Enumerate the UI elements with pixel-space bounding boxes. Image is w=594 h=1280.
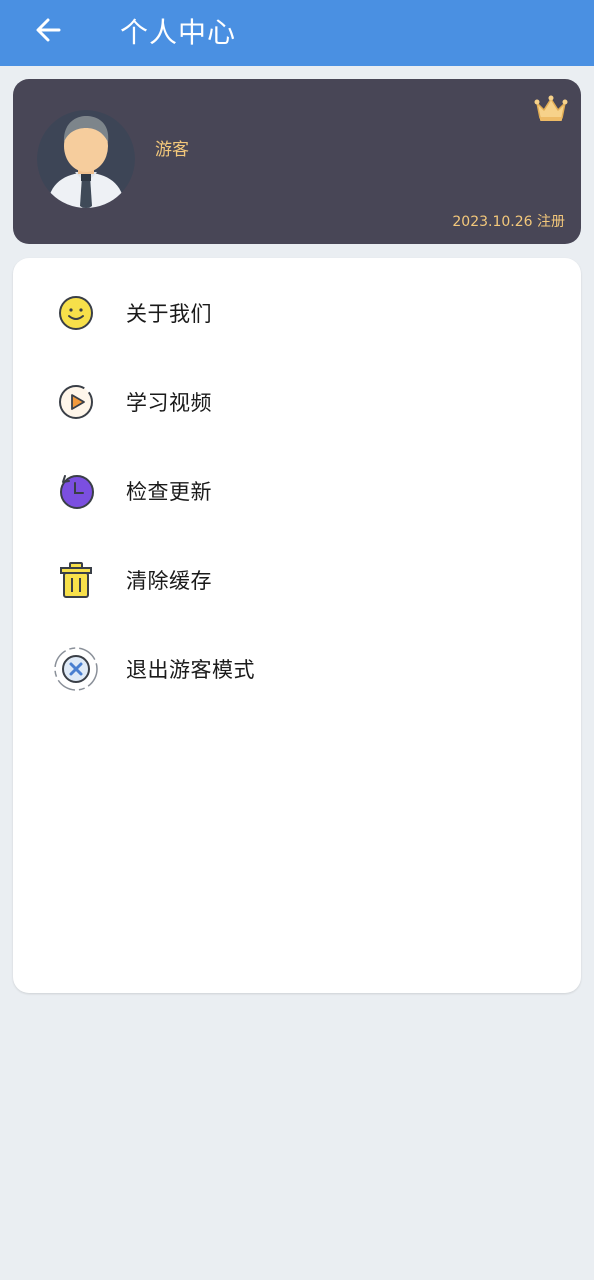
- user-avatar-icon[interactable]: [37, 110, 135, 208]
- menu-item-label: 学习视频: [126, 391, 212, 415]
- menu-item-label: 清除缓存: [126, 569, 212, 593]
- menu-item-label: 检查更新: [126, 480, 212, 504]
- smiley-icon: [53, 290, 99, 336]
- menu-item-exit-guest-mode[interactable]: 退出游客模式: [13, 629, 581, 709]
- profile-card: 游客 2023.10.26 注册: [13, 79, 581, 244]
- top-app-bar: 个人中心: [0, 0, 594, 66]
- registration-date: 2023.10.26 注册: [452, 214, 565, 230]
- menu-item-learning-videos[interactable]: 学习视频: [13, 362, 581, 442]
- menu-item-label: 退出游客模式: [126, 658, 255, 682]
- menu-item-label: 关于我们: [126, 302, 212, 326]
- exit-x-icon: [53, 646, 99, 692]
- crown-icon: [534, 95, 568, 123]
- menu-item-about-us[interactable]: 关于我们: [13, 273, 581, 353]
- menu-item-check-update[interactable]: 检查更新: [13, 451, 581, 531]
- page-title: 个人中心: [120, 16, 237, 49]
- menu-item-clear-cache[interactable]: 清除缓存: [13, 540, 581, 620]
- back-button[interactable]: [26, 10, 70, 50]
- play-video-icon: [53, 379, 99, 425]
- update-clock-icon: [53, 468, 99, 514]
- back-arrow-icon: [36, 18, 61, 42]
- menu-card: 关于我们 学习视频 检查更新 清除缓存 退出游客模式: [13, 258, 581, 993]
- username: 游客: [155, 140, 189, 160]
- trash-icon: [53, 557, 99, 603]
